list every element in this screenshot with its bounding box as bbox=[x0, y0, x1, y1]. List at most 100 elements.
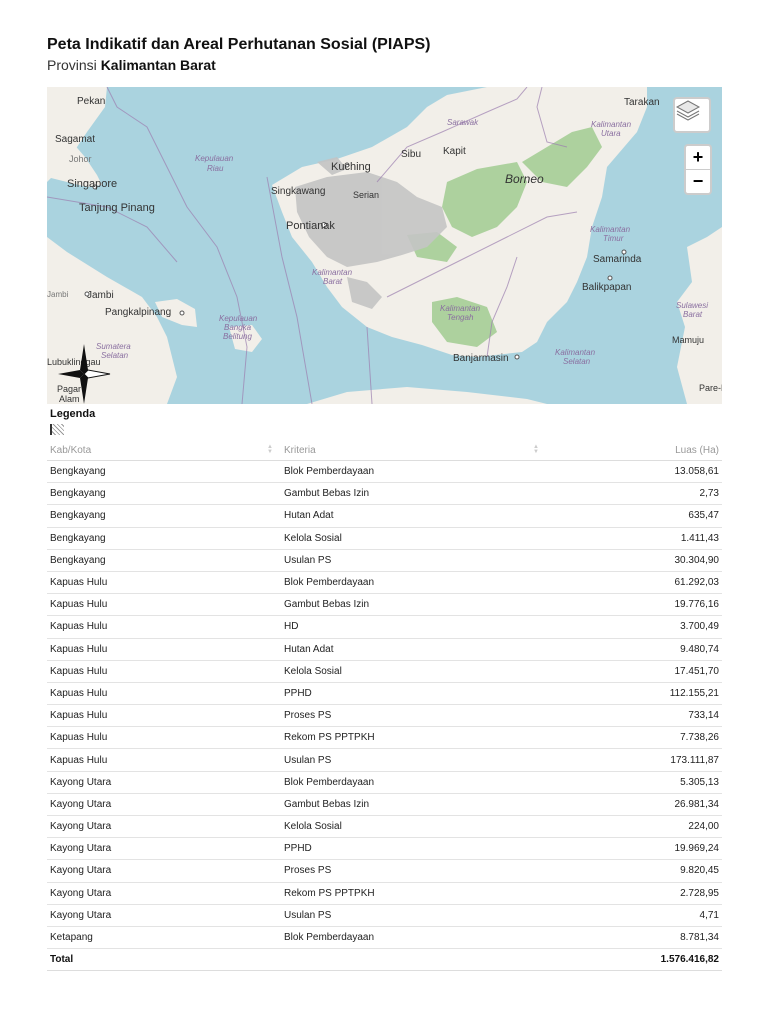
map-label-sulbar-2: Barat bbox=[683, 310, 703, 319]
cell-luas: 3.700,49 bbox=[547, 615, 722, 639]
cell-luas: 5.305,13 bbox=[547, 771, 722, 794]
cell-luas: 19.969,24 bbox=[547, 837, 722, 861]
cell-kab: Kayong Utara bbox=[47, 904, 281, 927]
column-header-kab[interactable]: Kab/Kota ▲ ▼ bbox=[47, 440, 281, 461]
column-header-luas[interactable]: Luas (Ha) bbox=[547, 440, 722, 461]
cell-luas: 30.304,90 bbox=[547, 549, 722, 572]
table-row: Kapuas Hulu Rekom PS PPTPKH 7.738,26 bbox=[47, 726, 722, 750]
total-luas: 1.576.416,82 bbox=[547, 948, 722, 972]
cell-kriteria: Blok Pemberdayaan bbox=[281, 771, 547, 794]
province-name: Kalimantan Barat bbox=[100, 57, 216, 73]
cell-kab: Kayong Utara bbox=[47, 837, 281, 861]
table-row: Kayong Utara Kelola Sosial 224,00 bbox=[47, 815, 722, 839]
cell-luas: 224,00 bbox=[547, 815, 722, 839]
cell-luas: 173.111,87 bbox=[547, 748, 722, 772]
map-label-kalbar-2: Barat bbox=[323, 277, 343, 286]
cell-kab: Kayong Utara bbox=[47, 859, 281, 883]
cell-luas: 4,71 bbox=[547, 904, 722, 927]
cell-kriteria: Hutan Adat bbox=[281, 638, 547, 661]
map-label-jambi: Jambi bbox=[87, 290, 114, 301]
map-label-kaltim-2: Timur bbox=[603, 234, 624, 243]
layers-button[interactable] bbox=[673, 97, 711, 133]
cell-kab: Ketapang bbox=[47, 926, 281, 950]
cell-kriteria: Proses PS bbox=[281, 704, 547, 728]
map-label-tanjung-pinang: Tanjung Pinang bbox=[79, 202, 155, 214]
table-row: Kapuas Hulu Kelola Sosial 17.451,70 bbox=[47, 660, 722, 683]
cell-luas: 9.480,74 bbox=[547, 638, 722, 661]
map-label-kalbar-1: Kalimantan bbox=[312, 268, 353, 277]
cell-kab: Bengkayang bbox=[47, 460, 281, 484]
table-row: Kapuas Hulu PPHD 112.155,21 bbox=[47, 682, 722, 706]
map-canvas[interactable]: Pekan Tarakan Sagamat Johor Singapore Ta… bbox=[47, 87, 722, 404]
total-label: Total bbox=[47, 948, 281, 972]
cell-luas: 1.411,43 bbox=[547, 527, 722, 550]
table-body: Bengkayang Blok Pemberdayaan 13.058,61 Beng… bbox=[47, 460, 722, 972]
map-label-samarinda: Samarinda bbox=[593, 254, 642, 265]
map-label-kepri-1: Kepulauan bbox=[195, 154, 234, 163]
zoom-out-button[interactable]: − bbox=[686, 170, 710, 193]
cell-luas: 2,73 bbox=[547, 482, 722, 506]
map-label-kalteng-2: Tengah bbox=[447, 313, 474, 322]
total-spacer bbox=[281, 948, 547, 972]
map-label-babel-1: Kepulauan bbox=[219, 314, 258, 323]
page-title: Peta Indikatif dan Areal Perhutanan Sosi… bbox=[47, 36, 431, 53]
zoom-in-button[interactable]: + bbox=[686, 146, 710, 170]
page-subtitle: Provinsi Kalimantan Barat bbox=[47, 56, 722, 74]
table-row: Bengkayang Usulan PS 30.304,90 bbox=[47, 549, 722, 572]
cell-kab: Bengkayang bbox=[47, 527, 281, 550]
table-row: Kapuas Hulu Usulan PS 173.111,87 bbox=[47, 748, 722, 772]
land-java bbox=[307, 387, 547, 404]
cell-kriteria: Gambut Bebas Izin bbox=[281, 793, 547, 817]
table-row: Kapuas Hulu Gambut Bebas Izin 19.776,16 bbox=[47, 593, 722, 617]
map-label-sumsel-1: Sumatera bbox=[96, 342, 131, 351]
cell-luas: 8.781,34 bbox=[547, 926, 722, 950]
map-label-kalteng-1: Kalimantan bbox=[440, 304, 481, 313]
cell-kriteria: PPHD bbox=[281, 682, 547, 706]
cell-kriteria: Rekom PS PPTPKH bbox=[281, 726, 547, 750]
table-row: Kapuas Hulu HD 3.700,49 bbox=[47, 615, 722, 639]
cell-kab: Bengkayang bbox=[47, 549, 281, 572]
cell-kriteria: Rekom PS PPTPKH bbox=[281, 882, 547, 905]
map-label-pekan: Pekan bbox=[77, 96, 105, 107]
map-label-parepare: Pare-P bbox=[699, 383, 722, 393]
table-row: Kapuas Hulu Blok Pemberdayaan 61.292,03 bbox=[47, 571, 722, 595]
cell-kab: Kayong Utara bbox=[47, 882, 281, 905]
map-label-kepri-2: Riau bbox=[207, 164, 224, 173]
cell-luas: 61.292,03 bbox=[547, 571, 722, 595]
cell-kab: Kapuas Hulu bbox=[47, 660, 281, 683]
cell-luas: 7.738,26 bbox=[547, 726, 722, 750]
map-label-kaltim-1: Kalimantan bbox=[590, 225, 631, 234]
column-header-kriteria[interactable]: Kriteria ▲ ▼ bbox=[281, 440, 547, 461]
map-label-kaltara-2: Utara bbox=[601, 129, 621, 138]
cell-kriteria: Proses PS bbox=[281, 859, 547, 883]
cell-kriteria: Blok Pemberdayaan bbox=[281, 926, 547, 950]
legend-title: Legenda bbox=[50, 408, 96, 420]
piaps-table: Kab/Kota ▲ ▼ Kriteria ▲ ▼ Luas (Ha) Bengkaya… bbox=[47, 440, 722, 972]
cell-kriteria: Kelola Sosial bbox=[281, 527, 547, 550]
map-view[interactable]: Pekan Tarakan Sagamat Johor Singapore Ta… bbox=[47, 87, 722, 404]
cell-luas: 19.776,16 bbox=[547, 593, 722, 617]
map-label-kuching: Kuching bbox=[331, 161, 371, 173]
layers-icon bbox=[675, 100, 701, 121]
zoom-control: + − bbox=[684, 144, 712, 195]
map-label-sarawak: Sarawak bbox=[447, 118, 479, 127]
cell-luas: 9.820,45 bbox=[547, 859, 722, 883]
table-row: Kayong Utara Rekom PS PPTPKH 2.728,95 bbox=[47, 882, 722, 905]
table-row: Bengkayang Gambut Bebas Izin 2,73 bbox=[47, 482, 722, 506]
map-label-babel-2: Bangka bbox=[224, 323, 252, 332]
cell-kab: Kapuas Hulu bbox=[47, 615, 281, 639]
map-label-sulbar-1: Sulawesi bbox=[676, 301, 708, 310]
map-label-pangkalpinang: Pangkalpinang bbox=[105, 307, 171, 318]
table-row: Kayong Utara Gambut Bebas Izin 26.981,34 bbox=[47, 793, 722, 817]
map-label-balikpapan: Balikpapan bbox=[582, 282, 631, 293]
map-legend: Legenda bbox=[50, 408, 95, 435]
cell-kab: Kapuas Hulu bbox=[47, 704, 281, 728]
cell-kriteria: Usulan PS bbox=[281, 748, 547, 772]
map-label-singkawang: Singkawang bbox=[271, 186, 325, 197]
cell-kab: Kapuas Hulu bbox=[47, 682, 281, 706]
cell-kab: Bengkayang bbox=[47, 504, 281, 528]
map-label-kapit: Kapit bbox=[443, 146, 466, 157]
cell-kab: Kapuas Hulu bbox=[47, 726, 281, 750]
table-row: Kayong Utara PPHD 19.969,24 bbox=[47, 837, 722, 861]
map-label-sibu: Sibu bbox=[401, 149, 421, 160]
